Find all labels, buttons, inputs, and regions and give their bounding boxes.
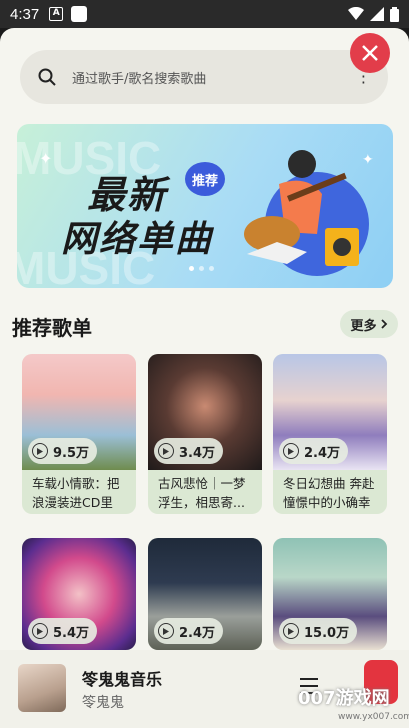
playlist-title: 车载小情歌：把浪漫装进CD里 (32, 476, 120, 510)
carousel-dot (199, 266, 204, 271)
play-count-pill: 15.0万 (279, 618, 358, 644)
app-notification-icon: A (49, 7, 64, 21)
play-count-pill: 9.5万 (28, 438, 98, 464)
playlist-card[interactable]: 3.4万 古风悲怆｜一梦浮生，相思寄... (148, 354, 262, 514)
play-count: 2.4万 (304, 445, 341, 461)
play-count: 5.4万 (53, 625, 90, 641)
banner-title-line2: 网络单曲 (61, 219, 214, 260)
playlist-card[interactable]: 2.4万 冬日幻想曲 奔赴憧憬中的小确幸 (273, 354, 387, 514)
play-count: 9.5万 (53, 445, 90, 461)
watermark-text: 007游戏网 (298, 688, 390, 709)
status-time: 4:37 (10, 5, 40, 23)
banner-badge: 推荐 (185, 162, 225, 196)
playlist-cover: 3.4万 (148, 354, 262, 470)
banner-carousel[interactable]: MUSIC MUSIC ✦ ✦ 最新 推荐 网络单曲 (17, 124, 393, 288)
play-count-pill: 3.4万 (154, 438, 224, 464)
play-count-pill: 2.4万 (279, 438, 349, 464)
play-count-pill: 2.4万 (154, 618, 224, 644)
search-bar[interactable]: 通过歌手/歌名搜索歌曲 ··· (20, 50, 388, 104)
search-placeholder: 通过歌手/歌名搜索歌曲 (72, 71, 207, 87)
play-icon (283, 443, 299, 459)
album-cover (18, 664, 66, 712)
carousel-indicator (189, 266, 214, 271)
app-screen: 通过歌手/歌名搜索歌曲 ··· MUSIC MUSIC ✦ ✦ 最新 推荐 网络… (0, 28, 409, 728)
playlist-cover: 5.4万 (22, 538, 136, 650)
banner-illustration: MUSIC MUSIC ✦ ✦ (17, 132, 374, 288)
chevron-right-icon (380, 319, 387, 329)
wifi-icon (348, 7, 364, 20)
song-title: 笭鬼鬼音乐 (82, 670, 163, 689)
play-icon (158, 623, 174, 639)
play-icon (158, 443, 174, 459)
playlist-cover: 15.0万 (273, 538, 387, 650)
carousel-dot (189, 266, 194, 271)
carousel-dot (209, 266, 214, 271)
playlist-title: 冬日幻想曲 奔赴憧憬中的小确幸 (283, 476, 375, 510)
play-count: 2.4万 (179, 625, 216, 641)
artist-name: 笭鬼鬼 (82, 695, 124, 711)
play-icon (283, 623, 299, 639)
play-count-pill: 5.4万 (28, 618, 98, 644)
more-label: 更多 (350, 318, 377, 334)
playlist-card[interactable]: 5.4万 (22, 538, 136, 650)
playlist-card[interactable]: 2.4万 (148, 538, 262, 650)
playlist-card[interactable]: 9.5万 车载小情歌：把浪漫装进CD里 (22, 354, 136, 514)
battery-icon (390, 6, 399, 22)
playlist-card[interactable]: 15.0万 (273, 538, 387, 650)
watermark-url: www.yx007.com (338, 712, 409, 722)
playlist-cover: 2.4万 (273, 354, 387, 470)
search-icon (38, 68, 56, 86)
section-title: 推荐歌单 (12, 316, 92, 340)
more-button[interactable]: 更多 (340, 310, 398, 338)
play-icon (32, 443, 48, 459)
close-button[interactable] (350, 33, 390, 73)
notification-icon (71, 6, 88, 22)
svg-text:✦: ✦ (362, 152, 374, 168)
playlist-cover: 9.5万 (22, 354, 136, 470)
play-icon (32, 623, 48, 639)
close-icon (362, 45, 378, 61)
playlist-title: 古风悲怆｜一梦浮生，相思寄... (158, 476, 246, 510)
playlist-cover: 2.4万 (148, 538, 262, 650)
svg-text:✦: ✦ (39, 149, 52, 168)
signal-icon (370, 7, 384, 21)
play-count: 3.4万 (179, 445, 216, 461)
status-bar: 4:37 A (0, 0, 409, 28)
play-count: 15.0万 (304, 625, 350, 641)
